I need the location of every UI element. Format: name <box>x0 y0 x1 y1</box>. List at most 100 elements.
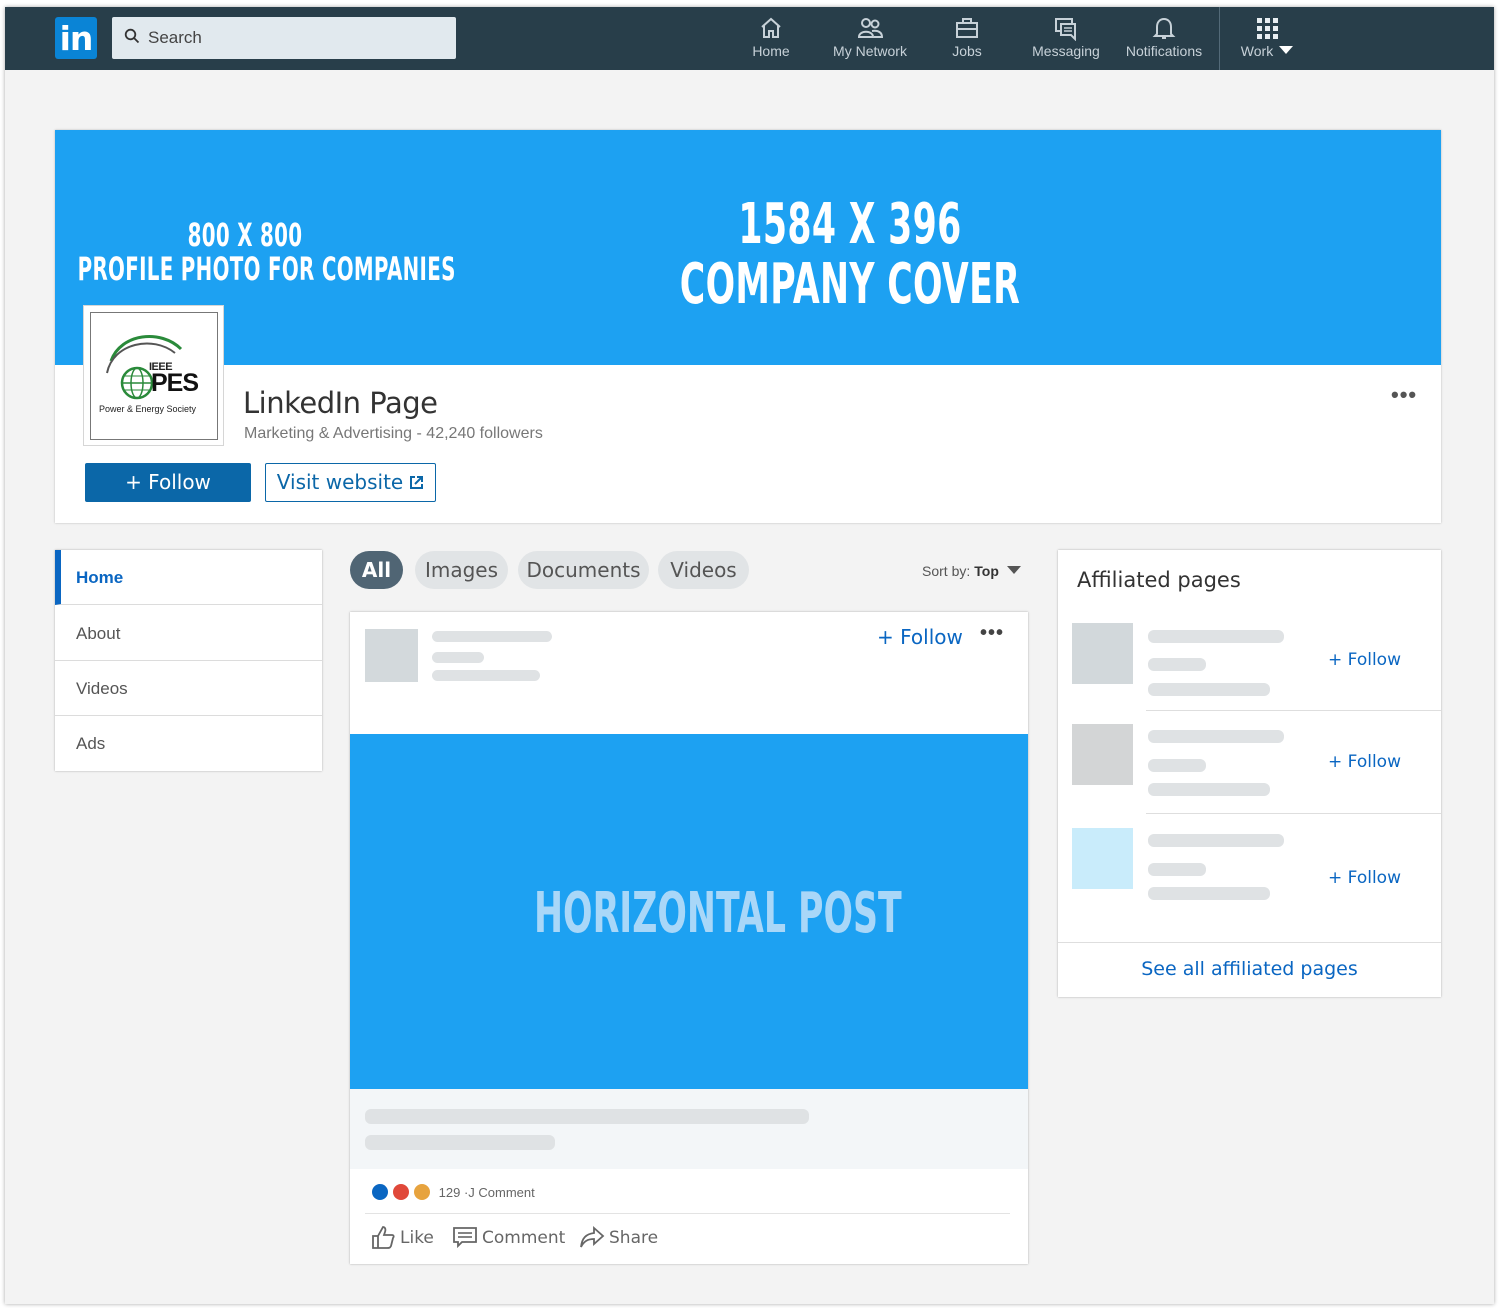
post-image[interactable]: HORIZONTAL POST <box>350 734 1028 1089</box>
section-ads[interactable]: Ads <box>55 716 322 771</box>
cover-dims-text: 1584 X 396 <box>738 192 962 257</box>
affiliated-page-thumbnail[interactable] <box>1072 724 1133 785</box>
skeleton-line <box>1148 759 1206 772</box>
post-author-avatar[interactable] <box>365 629 418 682</box>
divider <box>1058 942 1441 943</box>
sort-value: Top <box>974 563 999 579</box>
affiliated-pages-card: Affiliated pages + Follow + Follow + Fol… <box>1058 550 1441 997</box>
search-icon <box>124 28 140 44</box>
see-all-affiliated-link[interactable]: See all affiliated pages <box>1058 958 1441 980</box>
skeleton-line <box>1148 630 1284 643</box>
divider <box>1146 710 1441 711</box>
visit-website-label: Visit website <box>276 470 404 494</box>
divider <box>365 1213 1010 1214</box>
more-options-icon[interactable]: ••• <box>1391 382 1417 408</box>
company-subtitle: Marketing & Advertising - 42,240 followe… <box>244 425 543 442</box>
nav-notifications[interactable]: Notifications <box>1121 15 1207 67</box>
affiliated-page-row: + Follow <box>1058 722 1441 824</box>
like-label: Like <box>400 1228 434 1248</box>
search-input[interactable] <box>148 17 438 59</box>
share-icon <box>580 1225 605 1248</box>
like-reaction-icon <box>372 1184 388 1200</box>
section-videos[interactable]: Videos <box>55 661 322 716</box>
reaction-summary[interactable]: 129 ·J Comment <box>372 1184 535 1204</box>
home-icon <box>761 17 781 38</box>
nav-work[interactable]: Work <box>1237 15 1297 67</box>
post-card: + Follow ••• HORIZONTAL POST 129 ·J Comm… <box>350 612 1028 1264</box>
caret-down-icon <box>1006 566 1021 574</box>
logo-text-society: Power & Energy Society <box>99 404 197 414</box>
affiliated-follow-button[interactable]: + Follow <box>1328 650 1401 670</box>
affiliated-follow-button[interactable]: + Follow <box>1328 752 1401 772</box>
skeleton-line <box>1148 683 1270 696</box>
affiliated-follow-button[interactable]: + Follow <box>1328 868 1401 888</box>
section-about[interactable]: About <box>55 606 322 661</box>
reaction-count: 129 <box>438 1185 461 1200</box>
linkedin-logo[interactable]: in <box>55 17 97 59</box>
skeleton-line <box>365 1135 555 1150</box>
nav-jobs[interactable]: Jobs <box>945 15 989 67</box>
insightful-reaction-icon <box>414 1184 430 1200</box>
briefcase-icon <box>956 18 978 38</box>
nav-divider <box>1219 7 1220 70</box>
nav-label: Home <box>752 43 790 59</box>
sort-dropdown[interactable]: Sort by: Top <box>922 563 1021 579</box>
affiliated-page-thumbnail[interactable] <box>1072 623 1133 684</box>
nav-my-network[interactable]: My Network <box>825 15 915 67</box>
nav-home[interactable]: Home <box>745 15 797 67</box>
thumbs-up-icon <box>372 1226 395 1249</box>
filter-videos[interactable]: Videos <box>658 551 749 589</box>
post-follow-button[interactable]: + Follow <box>877 625 963 649</box>
comment-button[interactable]: Comment <box>452 1223 565 1253</box>
bell-icon <box>1152 17 1176 39</box>
skeleton-line <box>1148 834 1284 847</box>
search-box[interactable] <box>112 17 456 59</box>
company-logo: IEEE PES Power & Energy Society <box>83 305 224 446</box>
company-name: LinkedIn Page <box>243 386 438 420</box>
affiliated-title: Affiliated pages <box>1077 568 1241 592</box>
profile-caption-text: PROFILE PHOTO FOR COMPANIES <box>77 250 456 288</box>
cover-image: 800 X 800 PROFILE PHOTO FOR COMPANIES 15… <box>55 130 1441 365</box>
comment-icon <box>453 1227 477 1249</box>
logo-text-pes: PES <box>151 369 199 397</box>
caret-down-icon <box>1279 46 1294 54</box>
cover-caption-text: COMPANY COVER <box>679 252 1021 317</box>
nav-work-label: Work <box>1240 43 1274 59</box>
nav-label: Notifications <box>1125 43 1203 59</box>
follow-button[interactable]: + Follow <box>85 463 251 502</box>
browser-frame: in Home My Network <box>5 7 1494 1304</box>
skeleton-line <box>432 652 484 663</box>
divider <box>1146 813 1441 814</box>
comment-label: Comment <box>482 1228 566 1248</box>
profile-dims-text: 800 X 800 <box>187 216 303 254</box>
top-nav-bar: in Home My Network <box>5 7 1494 70</box>
nav-label: Work <box>1237 43 1297 59</box>
love-reaction-icon <box>393 1184 409 1200</box>
share-label: Share <box>609 1228 659 1248</box>
like-button[interactable]: Like <box>370 1223 434 1253</box>
section-home[interactable]: Home <box>55 550 322 605</box>
filter-documents[interactable]: Documents <box>518 551 649 589</box>
visit-website-button[interactable]: Visit website <box>265 463 436 502</box>
filter-images[interactable]: Images <box>415 551 508 589</box>
logo-frame: IEEE PES Power & Energy Society <box>90 312 218 440</box>
filter-all[interactable]: All <box>350 551 403 589</box>
affiliated-page-thumbnail[interactable] <box>1072 828 1133 889</box>
sort-label: Sort by: <box>922 563 971 579</box>
page-section-nav: Home About Videos Ads <box>55 550 322 771</box>
post-more-icon[interactable]: ••• <box>980 622 1004 645</box>
messaging-icon <box>1055 18 1076 41</box>
nav-messaging[interactable]: Messaging <box>1029 15 1103 67</box>
skeleton-line <box>1148 863 1206 876</box>
affiliated-page-row: + Follow <box>1058 620 1441 722</box>
skeleton-line <box>432 670 540 681</box>
company-header-card: 800 X 800 PROFILE PHOTO FOR COMPANIES 15… <box>55 130 1441 523</box>
share-button[interactable]: Share <box>579 1223 658 1253</box>
nav-label: Messaging <box>1032 43 1100 59</box>
skeleton-line <box>1148 658 1206 671</box>
post-caption-area <box>350 1089 1028 1169</box>
skeleton-line <box>365 1109 809 1124</box>
people-icon <box>857 18 883 38</box>
skeleton-line <box>1148 887 1270 900</box>
affiliated-page-row: + Follow <box>1058 826 1441 928</box>
